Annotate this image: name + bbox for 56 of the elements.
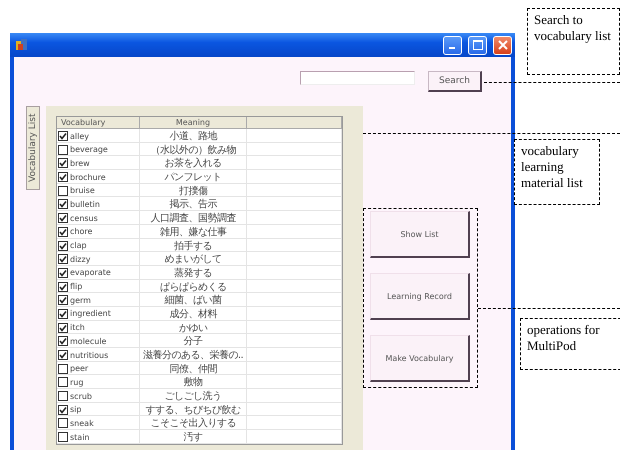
meaning-text: パンフレット [164, 171, 222, 184]
meaning-text: 掲示、告示 [169, 198, 217, 212]
word-text: beverage [70, 145, 108, 154]
callout-text: operations for MultiPod [520, 318, 620, 370]
meaning-text: 拍手する [174, 240, 212, 252]
word-text: ingredient [70, 309, 111, 318]
meaning-text: めまいがして [164, 253, 222, 266]
word-text: bulletin [70, 200, 100, 209]
word-text: chore [70, 227, 92, 236]
word-text: alley [70, 132, 90, 140]
search-button[interactable]: Search [428, 71, 482, 92]
word-text: sneak [70, 418, 94, 428]
meaning-text: ぱらぱらめくる [160, 280, 226, 294]
meaning-text: かゆい [178, 322, 208, 335]
meaning-text: すする、ちびちび飲む [146, 404, 240, 417]
operation-button[interactable]: Learning Record [370, 273, 470, 320]
meaning-text: 敷物 [184, 376, 202, 390]
word-text: rug [70, 378, 84, 387]
operation-button[interactable]: Show List [370, 211, 470, 258]
meaning-text: 人口調査、国勢調査 [150, 212, 236, 226]
word-text: nutritious [70, 350, 108, 360]
operation-button[interactable]: Make Vocabulary [370, 335, 470, 382]
word-text: evaporate [70, 268, 111, 278]
word-text: stain [70, 432, 90, 442]
word-text: brochure [70, 172, 106, 182]
vocabulary-tab[interactable]: Vocabulary List [26, 106, 40, 190]
column-header[interactable]: Meaning [140, 117, 247, 129]
word-text: peer [70, 364, 88, 374]
meaning-text: 成分、材料 [169, 308, 217, 321]
meaning-text: 汚す [184, 431, 202, 444]
column-header[interactable]: Vocabulary [57, 117, 140, 129]
meaning-text: 小道、路地 [169, 130, 217, 143]
meaning-text: 蒸発する [174, 266, 212, 280]
word-text: sip [70, 405, 82, 414]
meaning-text: ごしごし洗う [164, 390, 222, 404]
meaning-text: （水以外の）飲み物 [150, 144, 236, 157]
meaning-text: お茶を入れる [164, 156, 222, 170]
meaning-text: こそこそ出入りする [150, 416, 236, 430]
meaning-text: 分子 [184, 335, 202, 348]
meaning-text: 滋養分のある、栄養の.. [142, 348, 244, 362]
word-text: census [70, 214, 98, 223]
word-text: scrub [70, 392, 92, 401]
meaning-text: 同僚、仲間 [169, 362, 217, 376]
word-text: itch [70, 323, 85, 332]
word-text: flip [70, 282, 82, 292]
word-text: bruise [70, 186, 95, 196]
meaning-text: 細菌、ばい菌 [164, 294, 222, 308]
word-text: dizzy [70, 254, 90, 264]
meaning-text: 雑用、嫌な仕事 [160, 226, 226, 239]
word-text: germ [70, 296, 91, 305]
callout-text: vocabulary learning material list [514, 139, 600, 205]
word-text: clap [70, 241, 87, 250]
meaning-text: 打撲傷 [178, 184, 208, 198]
word-text: molecule [70, 336, 106, 346]
callout-text: Search to vocabulary list [527, 8, 620, 75]
word-text: brew [70, 158, 90, 168]
